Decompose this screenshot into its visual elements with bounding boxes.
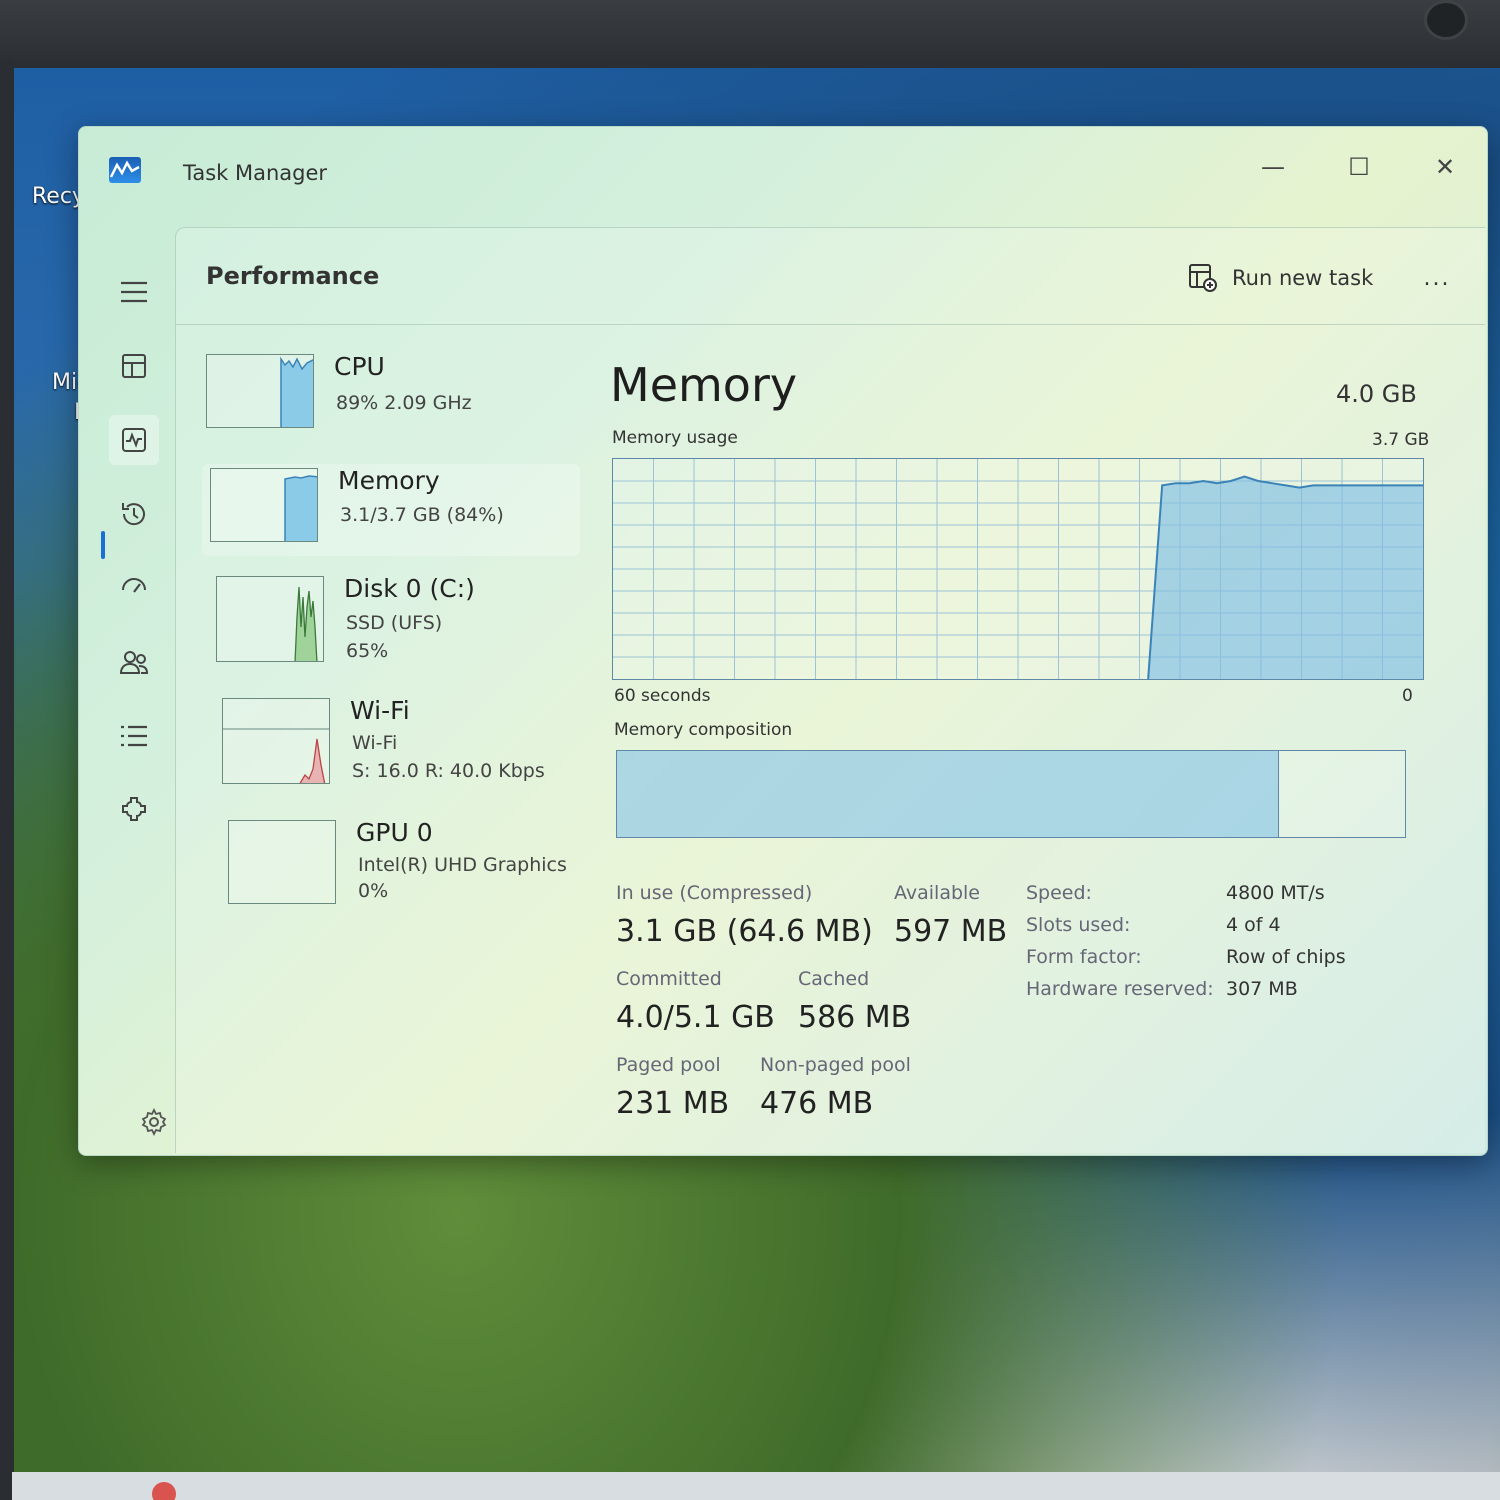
perf-item-name: GPU 0: [356, 818, 433, 847]
total-memory: 4.0 GB: [1336, 380, 1417, 408]
perf-item-stat: 3.1/3.7 GB (84%): [340, 504, 504, 526]
committed-value: 4.0/5.1 GB: [616, 1000, 775, 1035]
available-value: 597 MB: [894, 914, 1008, 949]
composition-in-use-segment: [617, 751, 1279, 837]
perf-item-stat-2: 0%: [358, 880, 389, 902]
available-label: Available: [894, 882, 981, 904]
title-bar[interactable]: Task Manager — ☐ ✕: [79, 127, 1487, 223]
memory-usage-plot: [613, 459, 1423, 680]
memory-usage-label: Memory usage: [612, 428, 738, 448]
spec-speed-label: Speed:: [1026, 882, 1092, 904]
perf-item-name: CPU: [334, 352, 385, 381]
cached-label: Cached: [798, 968, 870, 990]
paged-pool-label: Paged pool: [616, 1054, 721, 1076]
spec-slots-value: 4 of 4: [1226, 914, 1281, 936]
details-icon[interactable]: [109, 711, 159, 761]
paged-pool-value: 231 MB: [616, 1086, 730, 1121]
weather-icon[interactable]: [152, 1482, 176, 1500]
perf-item-gpu[interactable]: GPU 0 Intel(R) UHD Graphics 0%: [228, 818, 598, 920]
minimize-button[interactable]: —: [1243, 147, 1303, 187]
users-icon[interactable]: [109, 637, 159, 687]
spec-speed-value: 4800 MT/s: [1226, 882, 1325, 904]
committed-label: Committed: [616, 968, 722, 990]
in-use-value: 3.1 GB (64.6 MB): [616, 914, 873, 949]
navigation-rail: [99, 247, 179, 1147]
detail-title: Memory: [610, 358, 798, 412]
laptop-bezel: [0, 0, 1500, 70]
history-icon[interactable]: [109, 489, 159, 539]
task-manager-window: Task Manager — ☐ ✕ Performance Run new t…: [78, 126, 1488, 1156]
spec-form-factor-label: Form factor:: [1026, 946, 1142, 968]
spec-slots-label: Slots used:: [1026, 914, 1131, 936]
menu-icon[interactable]: [109, 267, 159, 317]
maximize-button[interactable]: ☐: [1329, 147, 1389, 187]
webcam: [1424, 0, 1468, 40]
perf-item-stat: SSD (UFS): [346, 612, 443, 634]
run-new-task-button[interactable]: Run new task: [1188, 258, 1373, 298]
perf-item-name: Wi-Fi: [350, 696, 410, 725]
cpu-thumbnail-graph: [206, 354, 314, 428]
perf-item-name: Memory: [338, 466, 440, 495]
perf-item-stat: Intel(R) UHD Graphics: [358, 854, 567, 876]
services-icon[interactable]: [109, 785, 159, 835]
spec-hw-reserved-label: Hardware reserved:: [1026, 978, 1214, 1000]
memory-composition-label: Memory composition: [614, 720, 793, 740]
perf-item-wifi[interactable]: Wi-Fi Wi-Fi S: 16.0 R: 40.0 Kbps: [222, 696, 592, 798]
active-nav-indicator: [101, 531, 105, 559]
startup-icon[interactable]: [109, 563, 159, 613]
memory-usage-max: 3.7 GB: [1372, 430, 1430, 450]
perf-item-stat-2: 65%: [346, 640, 389, 662]
perf-item-cpu[interactable]: CPU 89% 2.09 GHz: [206, 352, 576, 454]
run-task-icon: [1189, 264, 1217, 292]
perf-item-memory[interactable]: Memory 3.1/3.7 GB (84%): [202, 464, 580, 556]
non-paged-pool-label: Non-paged pool: [760, 1054, 911, 1076]
perf-item-stat-2: S: 16.0 R: 40.0 Kbps: [352, 760, 545, 782]
gpu-thumbnail-graph: [228, 820, 336, 904]
spec-form-factor-value: Row of chips: [1226, 946, 1346, 968]
gear-icon[interactable]: [139, 1107, 169, 1141]
run-new-task-label: Run new task: [1232, 266, 1374, 290]
performance-icon[interactable]: [109, 415, 159, 465]
taskbar: [12, 1472, 1500, 1500]
perf-item-disk[interactable]: Disk 0 (C:) SSD (UFS) 65%: [216, 574, 586, 676]
close-button[interactable]: ✕: [1415, 147, 1475, 187]
task-manager-app-icon: [109, 157, 141, 183]
perf-item-stat: Wi-Fi: [352, 732, 398, 754]
memory-thumbnail-graph: [210, 468, 318, 542]
disk-thumbnail-graph: [216, 576, 324, 662]
cached-value: 586 MB: [798, 1000, 912, 1035]
page-title: Performance: [206, 262, 380, 290]
perf-item-name: Disk 0 (C:): [344, 574, 475, 603]
desktop-icon-recycle-bin-label[interactable]: Recy: [32, 184, 85, 209]
wifi-thumbnail-graph: [222, 698, 330, 784]
memory-usage-graph: [612, 458, 1424, 680]
more-options-button[interactable]: ...: [1414, 258, 1460, 298]
content-pane: Performance Run new task ... CPU 89% 2.0…: [175, 227, 1485, 1153]
memory-usage-area: [1148, 476, 1423, 679]
in-use-label: In use (Compressed): [616, 882, 813, 904]
spec-hw-reserved-value: 307 MB: [1226, 978, 1298, 1000]
window-title: Task Manager: [183, 161, 328, 185]
graph-time-end: 0: [1402, 686, 1413, 706]
graph-time-start: 60 seconds: [614, 686, 711, 706]
memory-composition-bar: [616, 750, 1406, 838]
perf-item-stat: 89% 2.09 GHz: [336, 392, 472, 414]
non-paged-pool-value: 476 MB: [760, 1086, 874, 1121]
header-divider: [176, 324, 1485, 325]
laptop-bezel-left: [0, 60, 14, 1500]
processes-icon[interactable]: [109, 341, 159, 391]
